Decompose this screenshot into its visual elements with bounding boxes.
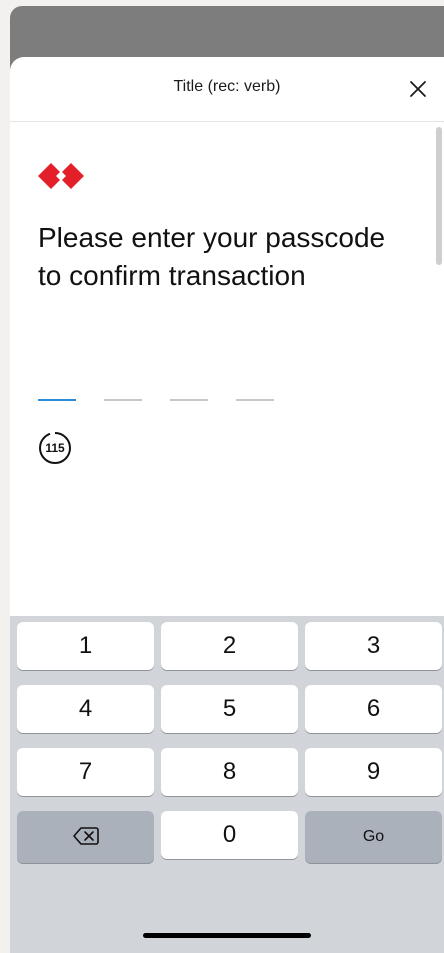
backspace-icon [73, 827, 99, 845]
key-0[interactable]: 0 [161, 811, 298, 859]
numeric-keypad: 1 2 3 4 5 6 7 8 9 0 Go [10, 616, 444, 953]
key-6[interactable]: 6 [305, 685, 442, 733]
passcode-digit-2 [104, 399, 142, 401]
page-title: Please enter your passcode to confirm tr… [38, 222, 386, 291]
passcode-digit-4 [236, 399, 274, 401]
key-7[interactable]: 7 [17, 748, 154, 796]
key-2[interactable]: 2 [161, 622, 298, 670]
key-1[interactable]: 1 [17, 622, 154, 670]
countdown-timer: 115 [38, 431, 72, 465]
scrollbar[interactable] [436, 127, 442, 265]
key-3[interactable]: 3 [305, 622, 442, 670]
nav-title: Title (rec: verb) [173, 78, 281, 95]
close-button[interactable] [406, 77, 430, 101]
home-indicator[interactable] [143, 933, 311, 938]
passcode-digit-3 [170, 399, 208, 401]
close-icon [410, 81, 426, 97]
backspace-key[interactable] [17, 811, 154, 863]
key-9[interactable]: 9 [305, 748, 442, 796]
key-5[interactable]: 5 [161, 685, 298, 733]
go-button[interactable]: Go [305, 811, 442, 863]
key-4[interactable]: 4 [17, 685, 154, 733]
diamond-logo-icon [38, 163, 84, 189]
timer-value: 115 [45, 441, 65, 455]
passcode-digit-1 [38, 399, 76, 401]
modal-sheet: Title (rec: verb) Please enter your pass… [10, 57, 444, 953]
key-8[interactable]: 8 [161, 748, 298, 796]
nav-bar: Title (rec: verb) [10, 57, 444, 122]
